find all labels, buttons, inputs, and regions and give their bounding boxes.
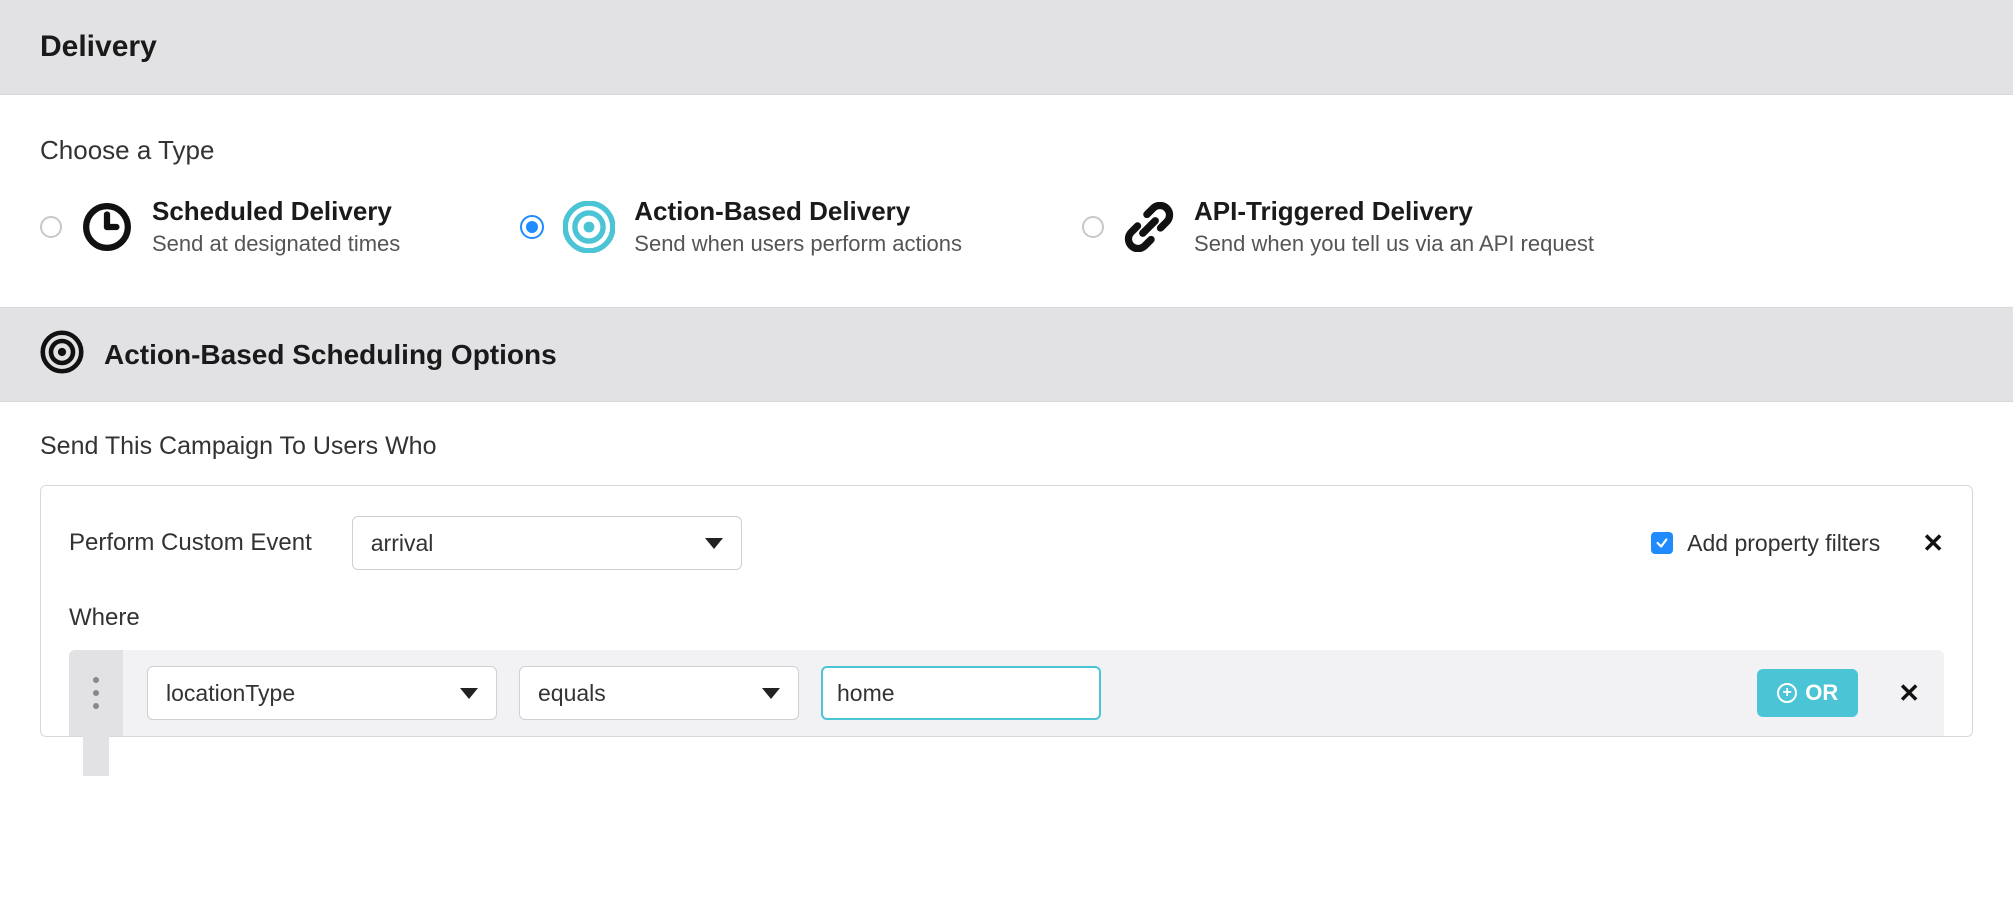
caret-down-icon <box>460 688 478 699</box>
type-option-scheduled[interactable]: Scheduled Delivery Send at designated ti… <box>40 196 400 257</box>
scheduling-options-header: Action-Based Scheduling Options <box>0 307 2013 401</box>
radio-scheduled[interactable] <box>40 216 62 238</box>
property-filters-label: Add property filters <box>1687 530 1880 557</box>
filter-field-value: locationType <box>166 680 295 707</box>
remove-filter-button[interactable]: ✕ <box>1898 678 1920 709</box>
add-or-button[interactable]: + OR <box>1757 669 1858 717</box>
where-label: Where <box>69 604 1944 632</box>
clock-icon <box>80 200 134 254</box>
choose-type-label: Choose a Type <box>40 135 1973 166</box>
filter-row-container: locationType equals + OR ✕ <box>69 650 1944 736</box>
drag-connector <box>83 736 109 776</box>
filter-operator-value: equals <box>538 680 606 707</box>
type-desc-scheduled: Send at designated times <box>152 231 400 257</box>
type-desc-action: Send when users perform actions <box>634 231 962 257</box>
type-option-api[interactable]: API-Triggered Delivery Send when you tel… <box>1082 196 1594 257</box>
plus-circle-icon: + <box>1777 683 1797 703</box>
send-campaign-label: Send This Campaign To Users Who <box>40 432 1973 461</box>
filter-value-input[interactable] <box>821 666 1101 720</box>
scheduling-options-title: Action-Based Scheduling Options <box>104 339 557 371</box>
or-label: OR <box>1805 680 1838 706</box>
caret-down-icon <box>762 688 780 699</box>
custom-event-dropdown[interactable]: arrival <box>352 516 742 570</box>
type-title-api: API-Triggered Delivery <box>1194 196 1594 227</box>
target-icon <box>562 200 616 254</box>
drag-dots-icon <box>93 677 99 709</box>
property-filters-checkbox[interactable] <box>1651 532 1673 554</box>
radio-api[interactable] <box>1082 216 1104 238</box>
delivery-header: Delivery <box>0 0 2013 94</box>
scheduling-options-body: Send This Campaign To Users Who Perform … <box>0 401 2013 737</box>
type-title-scheduled: Scheduled Delivery <box>152 196 400 227</box>
property-filters-toggle: Add property filters ✕ <box>1651 528 1944 559</box>
type-title-action: Action-Based Delivery <box>634 196 962 227</box>
perform-row: Perform Custom Event arrival Add propert… <box>69 516 1944 570</box>
choose-type-panel: Choose a Type Scheduled Delivery Send at… <box>0 94 2013 307</box>
target-icon <box>40 330 84 379</box>
filter-row: locationType equals + OR ✕ <box>123 650 1944 736</box>
filter-operator-dropdown[interactable]: equals <box>519 666 799 720</box>
delivery-title: Delivery <box>40 30 1973 64</box>
caret-down-icon <box>705 538 723 549</box>
remove-trigger-button[interactable]: ✕ <box>1922 528 1944 559</box>
drag-handle[interactable] <box>69 650 123 736</box>
link-icon <box>1122 200 1176 254</box>
rule-box: Perform Custom Event arrival Add propert… <box>40 485 1973 737</box>
perform-custom-event-label: Perform Custom Event <box>69 529 312 557</box>
type-option-action[interactable]: Action-Based Delivery Send when users pe… <box>520 196 962 257</box>
type-options-row: Scheduled Delivery Send at designated ti… <box>40 196 1973 257</box>
radio-action[interactable] <box>520 215 544 239</box>
filter-field-dropdown[interactable]: locationType <box>147 666 497 720</box>
radio-dot-icon <box>526 221 538 233</box>
custom-event-value: arrival <box>371 530 434 557</box>
type-desc-api: Send when you tell us via an API request <box>1194 231 1594 257</box>
